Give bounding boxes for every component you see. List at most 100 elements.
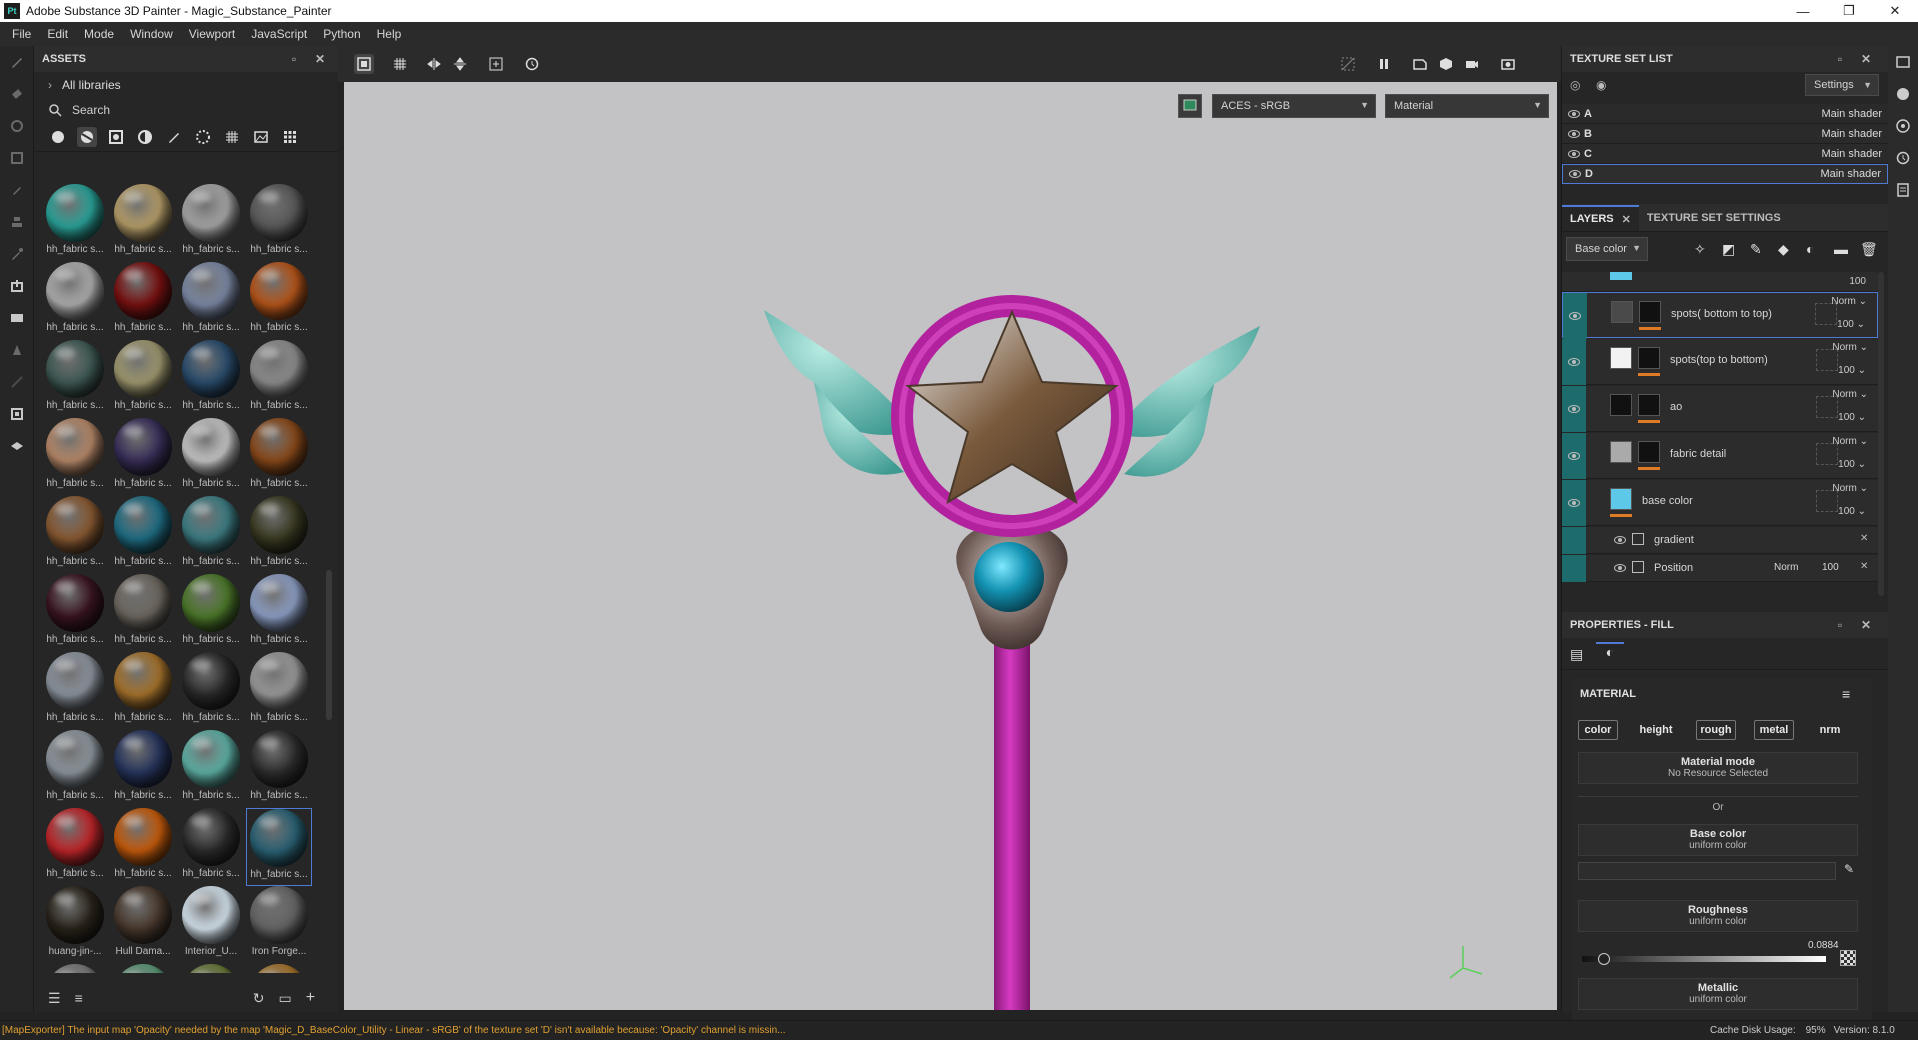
asset-tile[interactable]: hh_fabric s... <box>246 730 312 808</box>
layer-row[interactable]: spots( bottom to top) Norm ⌄ 100 ⌄ <box>1562 292 1878 339</box>
layer-row[interactable]: fabric detail Norm ⌄ 100 ⌄ <box>1562 433 1878 479</box>
base-color-swatch[interactable] <box>1578 862 1836 880</box>
asset-tile[interactable]: hh_fabric s... <box>42 262 108 340</box>
procedurals-filter-icon[interactable] <box>222 127 242 147</box>
tab-texture-set-settings[interactable]: TEXTURE SET SETTINGS <box>1639 205 1789 231</box>
asset-tile[interactable]: Interior_U... <box>178 886 244 964</box>
menu-window[interactable]: Window <box>122 27 181 41</box>
display-settings-icon[interactable] <box>1888 78 1918 110</box>
smudge-tool-icon[interactable] <box>0 174 34 206</box>
clone-tool-icon[interactable] <box>0 206 34 238</box>
float-panel-icon[interactable]: ▫ <box>1832 51 1848 67</box>
layer-visibility-eye-icon[interactable] <box>1562 555 1586 582</box>
asset-tile[interactable]: hh_fabric s... <box>178 184 244 262</box>
asset-tile[interactable]: hh_fabric s... <box>110 262 176 340</box>
asset-tile[interactable]: hh_fabric s... <box>178 496 244 574</box>
sublayer-mode[interactable]: Norm <box>1774 562 1798 573</box>
texture-slot-icon[interactable] <box>1840 950 1856 966</box>
texture-set-row[interactable]: A Main shader <box>1562 104 1888 124</box>
layer-visibility-eye-icon[interactable] <box>1562 527 1586 554</box>
sublayer-row[interactable]: Position Norm 100 ✕ <box>1562 555 1878 582</box>
layer-visibility-eye-icon[interactable] <box>1562 339 1586 385</box>
layer-name[interactable]: base color <box>1642 495 1693 507</box>
base-color-box[interactable]: Base color uniform color <box>1578 824 1858 856</box>
eye-icon[interactable] <box>1568 129 1580 138</box>
add-view-icon[interactable] <box>486 54 506 74</box>
remove-effect-icon[interactable]: ✕ <box>1860 561 1868 572</box>
material-mode-box[interactable]: Material mode No Resource Selected <box>1578 752 1858 784</box>
asset-tile[interactable]: hh_fabric s... <box>110 730 176 808</box>
asset-tile[interactable]: Iron Forge... <box>246 886 312 964</box>
layer-blend-mode[interactable]: Norm ⌄ <box>1832 483 1868 494</box>
eye-icon[interactable] <box>1568 109 1580 118</box>
masks-filter-icon[interactable] <box>106 127 126 147</box>
asset-tile[interactable]: hh_fabric s... <box>110 496 176 574</box>
log-icon[interactable] <box>1888 174 1918 206</box>
asset-tile[interactable]: hh_fabric s... <box>246 262 312 340</box>
menu-mode[interactable]: Mode <box>76 27 122 41</box>
stencil-tool-icon[interactable] <box>0 334 34 366</box>
close-panel-icon[interactable]: ✕ <box>1858 51 1874 67</box>
layer-opacity[interactable]: 100 ⌄ <box>1838 365 1866 376</box>
asset-tile[interactable]: hh_fabric s... <box>246 184 312 262</box>
geometry-mask-tool-icon[interactable] <box>0 142 34 174</box>
asset-tile[interactable]: hh_fabric s... <box>178 418 244 496</box>
asset-tile[interactable]: hh_fabric s... <box>42 418 108 496</box>
assets-search[interactable]: Search <box>34 98 338 122</box>
float-panel-icon[interactable]: ▫ <box>286 51 302 67</box>
add-fill-layer-icon[interactable]: ◆ <box>1778 241 1789 258</box>
texture-set-settings-dropdown[interactable]: Settings ▼ <box>1805 74 1879 96</box>
metallic-box[interactable]: Metallic uniform color <box>1578 978 1858 1010</box>
eraser-tool-icon[interactable] <box>0 78 34 110</box>
layer-row[interactable]: ao Norm ⌄ 100 ⌄ <box>1562 386 1878 432</box>
symmetry-axis-icon[interactable] <box>450 54 470 74</box>
all-assets-grid-icon[interactable] <box>280 127 300 147</box>
channel-color-button[interactable]: color <box>1578 720 1618 740</box>
asset-tile[interactable]: hh_fabric s... <box>246 496 312 574</box>
asset-tile[interactable]: hh_fabric s... <box>42 730 108 808</box>
smart-masks-filter-icon[interactable] <box>135 127 155 147</box>
asset-tile[interactable]: hh_fabric s... <box>110 808 176 886</box>
asset-tile[interactable]: hh_fabric s... <box>42 184 108 262</box>
eye-icon[interactable] <box>1614 536 1626 544</box>
asset-tile[interactable]: hh_fabric s... <box>178 574 244 652</box>
asset-tile[interactable] <box>246 964 312 973</box>
float-panel-icon[interactable]: ▫ <box>1832 617 1848 633</box>
texture-set-icon[interactable] <box>1888 46 1918 78</box>
layer-visibility-eye-icon[interactable] <box>1563 293 1587 339</box>
menu-edit[interactable]: Edit <box>39 27 76 41</box>
pause-render-icon[interactable] <box>1374 54 1394 74</box>
roughness-value[interactable]: 0.0884 <box>1808 940 1839 951</box>
smart-materials-filter-icon[interactable] <box>77 126 97 147</box>
menu-help[interactable]: Help <box>369 27 410 41</box>
layer-opacity[interactable]: 100 ⌄ <box>1838 459 1866 470</box>
asset-tile[interactable]: hh_fabric s... <box>110 652 176 730</box>
sublayer-opacity[interactable]: 100 <box>1822 562 1839 573</box>
view-list-icon[interactable]: ☰ <box>48 990 61 1007</box>
layer-partial[interactable]: 100 <box>1562 272 1878 292</box>
bake-tool-icon[interactable] <box>0 270 34 302</box>
close-panel-icon[interactable]: ✕ <box>1858 617 1874 633</box>
hide-icon[interactable]: ◎ <box>1570 78 1580 92</box>
paint-brush-tool-icon[interactable] <box>0 46 34 78</box>
roughness-box[interactable]: Roughness uniform color <box>1578 900 1858 932</box>
refresh-icon[interactable]: ↻ <box>253 990 265 1007</box>
channel-rough-button[interactable]: rough <box>1696 720 1736 740</box>
asset-tile[interactable]: Hull Dama... <box>110 886 176 964</box>
roughness-slider[interactable] <box>1582 956 1826 962</box>
asset-tile[interactable]: hh_fabric s... <box>178 262 244 340</box>
asset-tile[interactable]: hh_fabric s... <box>42 808 108 886</box>
layer-name[interactable]: spots( bottom to top) <box>1671 308 1772 320</box>
layer-opacity[interactable]: 100 ⌄ <box>1837 319 1865 330</box>
maximize-button[interactable]: ❐ <box>1826 0 1872 22</box>
assets-scrollbar[interactable] <box>326 570 332 720</box>
asset-tile[interactable]: hh_fabric s... <box>110 574 176 652</box>
asset-tile[interactable]: hh_fabric s... <box>178 808 244 886</box>
sublayer-row[interactable]: gradient ✕ <box>1562 527 1878 554</box>
projection-tool-icon[interactable] <box>0 110 34 142</box>
add-paint-layer-icon[interactable]: ✎ <box>1750 241 1762 258</box>
asset-tile[interactable]: hh_fabric s... <box>246 808 312 886</box>
eye-icon[interactable] <box>1569 170 1581 178</box>
menu-python[interactable]: Python <box>315 27 368 41</box>
close-panel-icon[interactable]: ✕ <box>312 51 328 67</box>
